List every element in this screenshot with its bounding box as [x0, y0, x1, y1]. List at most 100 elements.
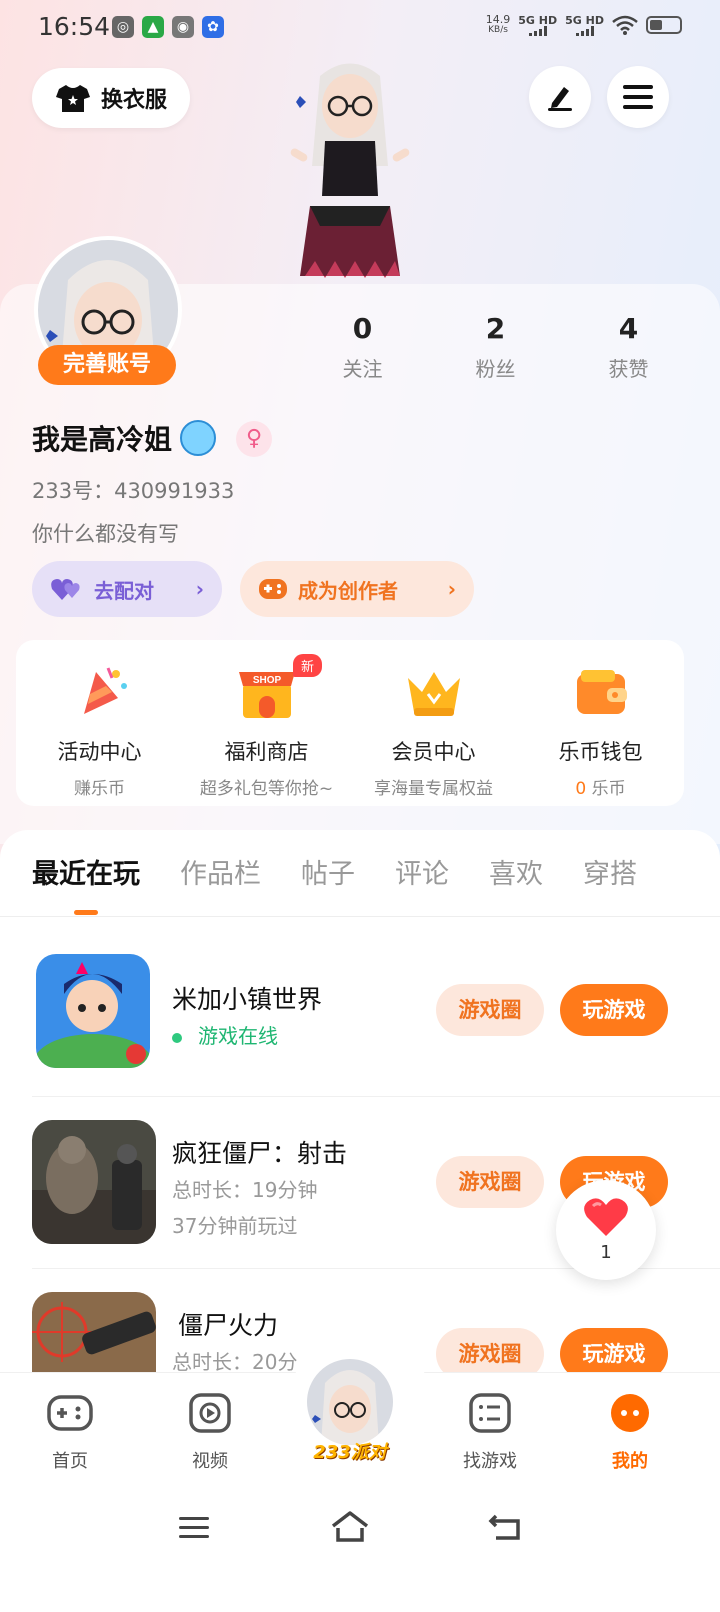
- status-time: 16:54: [38, 12, 111, 41]
- svg-text:SHOP: SHOP: [252, 675, 281, 686]
- photo-icon: ◉: [172, 16, 194, 38]
- coin-balance: 0: [575, 779, 587, 799]
- nickname: 我是高冷姐: [32, 418, 217, 458]
- sim1-label: 5G HD: [518, 13, 558, 27]
- baidu-icon: ✿: [202, 16, 224, 38]
- feature-coin-wallet[interactable]: 乐币钱包 0 乐币: [517, 640, 684, 806]
- shop-icon: SHOP: [238, 672, 295, 718]
- feature-welfare-shop[interactable]: SHOP 新 福利商店 超多礼包等你抢~: [183, 640, 350, 806]
- heart-icon: [584, 1198, 628, 1236]
- battery-icon: [646, 16, 682, 34]
- network-speed: 14.9 KB/s: [486, 14, 511, 36]
- online-dot-icon: [172, 1032, 182, 1043]
- game-circle-button[interactable]: 游戏圈: [436, 1156, 544, 1208]
- play-icon: [189, 1393, 231, 1433]
- coin-wallet-sub: 0 乐币: [517, 774, 684, 799]
- tab-divider: [0, 916, 720, 917]
- chevron-right-icon: ›: [195, 577, 204, 601]
- like-count: 1: [600, 1242, 612, 1263]
- stat-following-value: 0: [352, 312, 373, 345]
- stat-likes-label: 获赞: [608, 357, 649, 381]
- row-divider: [32, 1096, 720, 1097]
- game-icon-crazy-zombie[interactable]: [32, 1120, 156, 1244]
- profile-face-icon: [611, 1394, 649, 1432]
- tab-comments[interactable]: 评论: [395, 852, 449, 898]
- avatar-figure[interactable]: [270, 56, 430, 296]
- welfare-shop-sub: 超多礼包等你抢~: [199, 779, 334, 799]
- game-status-text: 游戏在线: [198, 1024, 278, 1048]
- nickname-text: 我是高冷姐: [32, 423, 173, 456]
- game-last-played: 37分钟前玩过: [172, 1214, 298, 1238]
- nav-find-games-label: 找游戏: [463, 1451, 517, 1472]
- tab-outfits[interactable]: 穿搭: [583, 852, 637, 898]
- activity-center-title: 活动中心: [57, 740, 142, 764]
- game-circle-button[interactable]: 游戏圈: [436, 984, 544, 1036]
- tab-recently-played[interactable]: 最近在玩: [32, 852, 140, 915]
- status-right: 14.9 KB/s 5G HD 5G HD: [486, 14, 682, 36]
- game-name: 米加小镇世界: [172, 985, 323, 1014]
- welfare-shop-title: 福利商店: [224, 740, 309, 764]
- browser-icon: ◎: [112, 16, 134, 38]
- game-controller-icon: [259, 579, 287, 599]
- party-popper-icon: [83, 667, 127, 714]
- edit-icon: [548, 87, 572, 111]
- game-duration: 总时长：19分钟: [172, 1178, 318, 1202]
- stat-fans-label: 粉丝: [475, 357, 516, 381]
- profile-stats: 0 关注 2 粉丝 4 获赞: [296, 312, 696, 382]
- nav-video[interactable]: 视频: [160, 1393, 260, 1473]
- feature-member-center[interactable]: 会员中心 享海量专属权益: [350, 640, 517, 806]
- change-outfit-button[interactable]: 换衣服: [32, 68, 190, 128]
- bio[interactable]: 你什么都没有写: [32, 518, 179, 548]
- net-speed-value: 14.9: [485, 13, 511, 26]
- become-creator-button[interactable]: 成为创作者 ›: [240, 561, 474, 617]
- nav-party-avatar[interactable]: [304, 1356, 396, 1448]
- app-icon: ▲: [142, 16, 164, 38]
- tab-likes[interactable]: 喜欢: [489, 852, 543, 898]
- nav-video-label: 视频: [192, 1451, 228, 1472]
- tab-posts[interactable]: 帖子: [301, 852, 355, 898]
- nav-home[interactable]: 首页: [20, 1393, 120, 1473]
- stat-fans[interactable]: 2 粉丝: [429, 312, 562, 382]
- recent-apps-icon[interactable]: [178, 1514, 210, 1542]
- game-icon-zombie-fire[interactable]: [32, 1292, 156, 1372]
- play-game-button[interactable]: 玩游戏: [560, 984, 668, 1036]
- match-button[interactable]: 去配对 ›: [32, 561, 222, 617]
- list-icon: [469, 1393, 511, 1433]
- game-status: 游戏在线: [172, 1020, 278, 1049]
- list-item: 米加小镇世界 游戏在线 游戏圈 玩游戏: [0, 954, 720, 1126]
- home-icon[interactable]: [330, 1510, 370, 1544]
- sim2-label: 5G HD: [565, 13, 604, 27]
- nav-mine[interactable]: 我的: [580, 1393, 680, 1473]
- play-game-button[interactable]: 玩游戏: [560, 1328, 668, 1372]
- game-circle-button[interactable]: 游戏圈: [436, 1328, 544, 1372]
- user-id[interactable]: 233号：430991933: [32, 475, 234, 505]
- tab-works[interactable]: 作品栏: [180, 852, 261, 898]
- match-label: 去配对: [94, 578, 154, 603]
- nav-party-label[interactable]: 233派对: [304, 1438, 396, 1464]
- stat-following[interactable]: 0 关注: [296, 312, 429, 382]
- back-icon[interactable]: [488, 1512, 524, 1542]
- game-icon-miga-town[interactable]: [36, 954, 150, 1068]
- tshirt-icon: [55, 85, 90, 112]
- feature-card: 活动中心 赚乐币 SHOP 新 福利商店 超多礼包等你抢~ 会员中心 享海量专属…: [16, 640, 684, 806]
- hearts-icon: [51, 579, 80, 600]
- female-gender-icon: ♀: [236, 421, 272, 457]
- game-name: 僵尸火力: [178, 1311, 279, 1340]
- nav-find-games[interactable]: 找游戏: [440, 1393, 540, 1473]
- member-center-title: 会员中心: [391, 740, 476, 764]
- activity-center-sub: 赚乐币: [74, 779, 125, 799]
- edit-profile-button[interactable]: [529, 66, 591, 128]
- feature-activity-center[interactable]: 活动中心 赚乐币: [16, 640, 183, 806]
- menu-button[interactable]: [607, 66, 669, 128]
- net-speed-unit: KB/s: [488, 25, 508, 35]
- gamepad-icon: [47, 1395, 93, 1431]
- game-duration: 总时长：20分: [172, 1350, 298, 1372]
- notification-icons: ◎ ▲ ◉ ✿: [112, 16, 224, 38]
- stat-likes[interactable]: 4 获赞: [562, 312, 695, 382]
- wallet-icon: [576, 670, 627, 714]
- nav-mine-label: 我的: [612, 1451, 648, 1472]
- floating-like-button[interactable]: 1: [556, 1180, 656, 1280]
- improve-account-button[interactable]: 完善账号: [38, 345, 176, 385]
- cold-face-emoji-icon: [180, 420, 217, 456]
- game-name: 疯狂僵尸：射击: [172, 1139, 348, 1168]
